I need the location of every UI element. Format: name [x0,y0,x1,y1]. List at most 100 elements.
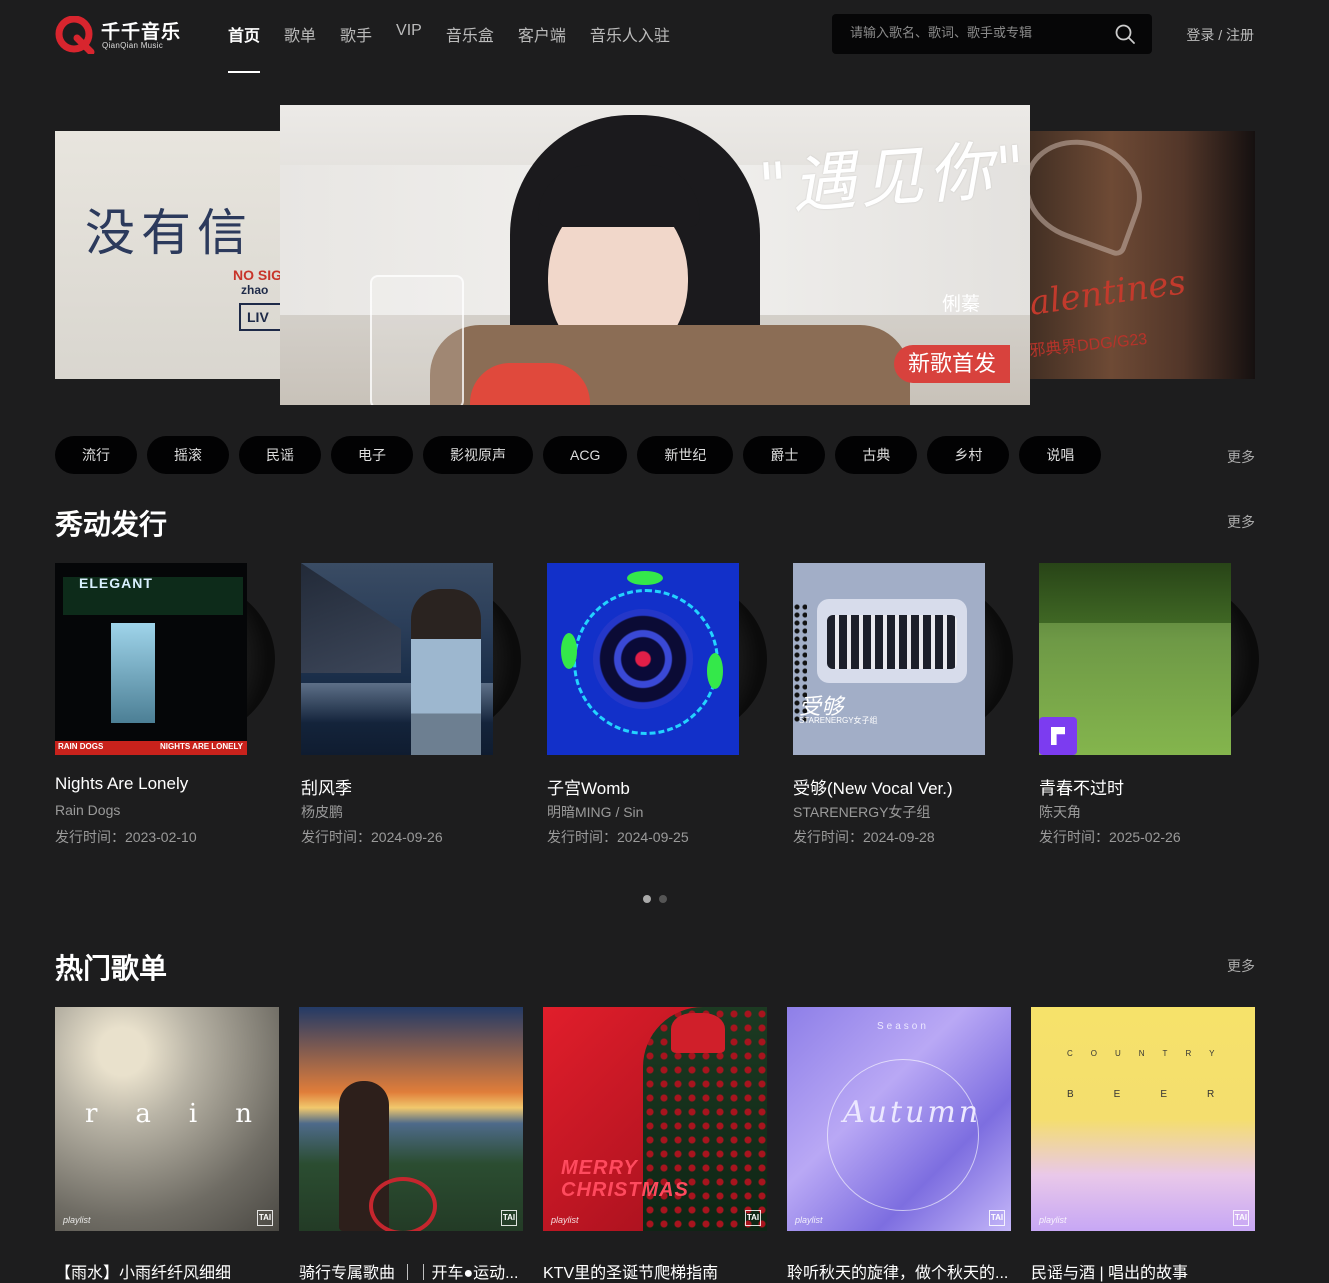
banner-slide-left[interactable]: 没有信 NO SIG zhao LIV [55,131,315,379]
album-cover[interactable]: ELEGANT RAIN DOGS NIGHTS ARE LONELY [55,563,247,755]
cover-circle [827,1059,979,1211]
playlist-name[interactable]: 聆听秋天的旋律，做个秋天的... [787,1259,1011,1283]
album-name[interactable]: 受够(New Vocal Ver.) [793,774,953,799]
cover-left-text: RAIN DOGS [58,742,104,751]
new-releases-more-link[interactable]: 更多 [1227,512,1255,532]
genre-pill[interactable]: ACG [543,436,628,474]
playlist-cover[interactable]: Season Autumn playlist TAI [787,1007,1011,1231]
banner-right-subtitle: 邪典界DDG/G23 [1028,330,1149,361]
nav-music-box[interactable]: 音乐盒 [446,22,494,46]
album-card[interactable]: ELEGANT RAIN DOGS NIGHTS ARE LONELY Nigh… [55,563,285,853]
nav-home[interactable]: 首页 [228,22,261,73]
tai-badge-icon: TAI [1233,1210,1249,1226]
playlist-name[interactable]: 民谣与酒 | 唱出的故事 [1031,1259,1255,1283]
nav-musician-join[interactable]: 音乐人入驻 [590,22,670,46]
album-cover[interactable]: 受够 STARENERGY女子组 [793,563,985,755]
cover-playlist-label: playlist [1039,1215,1067,1225]
genre-pill[interactable]: 摇滚 [147,436,229,474]
nav-client[interactable]: 客户端 [518,22,566,46]
playlist-cover[interactable]: MERRY CHRISTMAS playlist TAI [543,1007,767,1231]
search-icon[interactable] [1114,23,1136,45]
genre-pill[interactable]: 古典 [835,436,918,474]
cover-right-text: NIGHTS ARE LONELY [160,742,243,751]
album-name[interactable]: Nights Are Lonely [55,774,188,794]
genre-pill[interactable]: 流行 [55,436,137,474]
banner-right-graffiti [1015,131,1157,259]
banner-tag: 新歌首发 [894,345,1011,383]
cover-subtitle: STARENERGY女子组 [799,716,878,725]
banner-photo-glass [370,275,464,405]
pagination-dot-2[interactable] [659,895,667,903]
album-release-date: 发行时间：2023-02-10 [55,829,197,845]
banner-slide-right[interactable]: alentines 邪典界DDG/G23 [1015,131,1255,379]
genre-pills: 流行 摇滚 民谣 电子 影视原声 ACG 新世纪 爵士 古典 乡村 说唱 [55,436,1111,474]
cover-green-shape [707,653,723,689]
banner-left-title: 没有信 [85,204,253,262]
tai-badge-icon: TAI [501,1210,517,1226]
banner-song-title: "遇见你" [756,132,1030,226]
banner-slide-center[interactable]: "遇见你" 俐蓁 新歌首发 [280,105,1030,405]
album-artist[interactable]: Rain Dogs [55,802,120,818]
album-artist[interactable]: STARENERGY女子组 [793,802,930,822]
album-artist[interactable]: 明暗MING / Sin [547,802,643,822]
search-input[interactable] [848,24,1112,41]
logo-text: 千千音乐 [101,22,182,43]
genres-more-link[interactable]: 更多 [1227,447,1255,467]
cover-playlist-label: playlist [551,1215,579,1225]
cover-person [411,589,481,755]
playlist-name[interactable]: 【雨水】小雨纤纤风细细 [55,1259,279,1283]
album-cover[interactable] [1039,563,1231,755]
album-name[interactable]: 青春不过时 [1039,774,1124,799]
site-logo[interactable]: 千千音乐 QianQian Music [55,14,185,54]
album-artist[interactable]: 陈天角 [1039,802,1081,822]
cover-door [111,623,155,723]
cover-subtext: BEER [1067,1089,1255,1100]
genre-pill[interactable]: 电子 [331,436,413,474]
auth-links: 登录 / 注册 [1186,25,1254,45]
main-nav: 首页 歌单 歌手 VIP 音乐盒 客户端 音乐人入驻 [228,22,694,73]
register-link[interactable]: 注册 [1226,27,1254,43]
search-box [832,14,1152,54]
genre-pill[interactable]: 新世纪 [637,436,734,474]
cover-subtext: Season [877,1021,929,1032]
playlist-name[interactable]: 骑行专属歌曲 ｜｜开车●运动... [299,1259,523,1283]
album-cover[interactable] [547,563,739,755]
banner-left-line2: zhao [241,283,269,297]
nav-playlists[interactable]: 歌单 [284,22,316,46]
genre-pill[interactable]: 影视原声 [423,436,533,474]
cover-bicycle [369,1177,437,1231]
tai-badge-icon: TAI [257,1210,273,1226]
hot-playlists-more-link[interactable]: 更多 [1227,956,1255,976]
banner-left-line1: NO SIG [233,267,283,283]
album-card[interactable]: 受够 STARENERGY女子组 受够(New Vocal Ver.) STAR… [793,563,1023,853]
album-card[interactable]: 刮风季 杨皮鹏 发行时间：2024-09-26 [301,563,531,853]
album-release-date: 发行时间：2025-02-26 [1039,829,1181,845]
album-release-date: 发行时间：2024-09-26 [301,829,443,845]
genre-pill[interactable]: 爵士 [743,436,826,474]
tai-badge-icon: TAI [745,1210,761,1226]
playlist-cover[interactable]: TAI [299,1007,523,1231]
album-name[interactable]: 子宫Womb [547,774,630,799]
album-name[interactable]: 刮风季 [301,774,352,799]
album-cover[interactable] [301,563,493,755]
album-artist[interactable]: 杨皮鹏 [301,802,343,822]
top-header: 千千音乐 QianQian Music 首页 歌单 歌手 VIP 音乐盒 客户端… [0,0,1329,73]
genre-pill[interactable]: 说唱 [1019,436,1102,474]
album-card[interactable]: 子宫Womb 明暗MING / Sin 发行时间：2024-09-25 [547,563,777,853]
logo-icon [55,16,95,54]
genre-pill[interactable]: 乡村 [927,436,1010,474]
playlist-cover[interactable]: rain playlist TAI [55,1007,279,1231]
cover-text: MERRY CHRISTMAS [561,1157,689,1201]
banner-right-title: alentines [1026,262,1189,324]
nav-vip[interactable]: VIP [396,22,422,46]
cover-bow [671,1013,725,1053]
album-card[interactable]: 青春不过时 陈天角 发行时间：2025-02-26 [1039,563,1269,853]
nav-artists[interactable]: 歌手 [340,22,372,46]
playlist-name[interactable]: KTV里的圣诞节爬梯指南 [543,1259,767,1283]
login-link[interactable]: 登录 [1186,27,1214,43]
playlist-cover[interactable]: COUNTRY BEER playlist TAI [1031,1007,1255,1231]
genre-pill[interactable]: 民谣 [239,436,321,474]
hot-playlists-title: 热门歌单 [55,953,168,984]
pagination-dot-1[interactable] [643,895,651,903]
cover-text: COUNTRY [1067,1049,1233,1058]
